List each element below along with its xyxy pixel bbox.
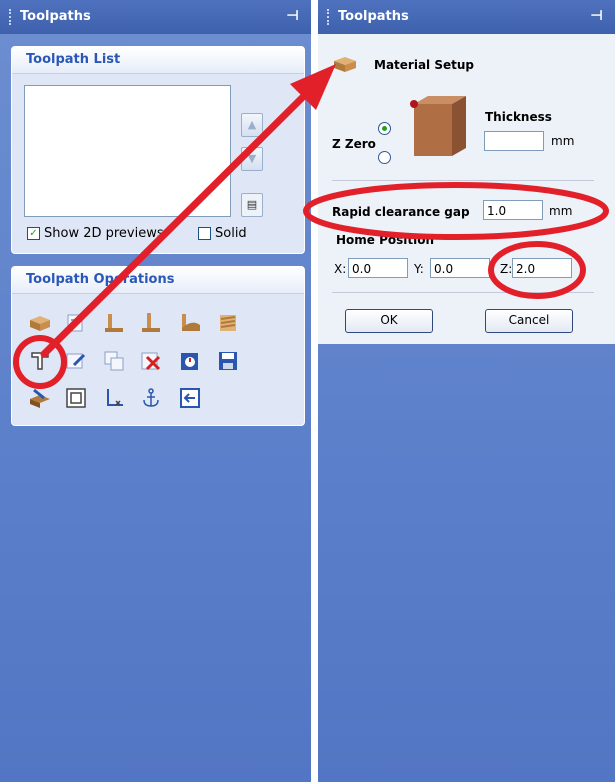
toolpath-operations-heading: Toolpath Operations xyxy=(12,267,304,294)
home-x-input[interactable]: 0.0 xyxy=(348,258,408,278)
preview-toolpath-icon[interactable] xyxy=(28,386,52,410)
checkbox-unchecked-icon[interactable] xyxy=(198,227,211,240)
move-up-icon[interactable]: ▲ xyxy=(241,113,263,137)
ok-button[interactable]: OK xyxy=(345,309,433,333)
divider xyxy=(332,180,594,181)
thickness-input[interactable] xyxy=(484,131,544,151)
right-panel-titlebar: Toolpaths ⊣ xyxy=(318,0,615,34)
v-carve-icon[interactable] xyxy=(178,311,202,335)
anchor-icon[interactable] xyxy=(139,386,163,410)
merge-toolpaths-icon[interactable] xyxy=(102,349,126,373)
material-setup-form: Material Setup Z Zero Thickness mm Rapid… xyxy=(318,34,615,344)
right-toolpaths-panel: Toolpaths ⊣ Material Setup Z Zero Thickn… xyxy=(318,0,615,782)
material-setup-icon xyxy=(332,52,356,76)
pin-icon[interactable]: ⊣ xyxy=(286,8,299,24)
move-down-icon[interactable]: ▼ xyxy=(241,147,263,171)
toolpath-list-heading: Toolpath List xyxy=(12,47,304,74)
thickness-label: Thickness xyxy=(485,110,552,124)
toolpath-operations-group: Toolpath Operations xyxy=(11,266,305,426)
solid-checkbox[interactable]: Solid xyxy=(198,226,247,241)
thickness-unit: mm xyxy=(551,134,575,148)
divider xyxy=(332,292,594,293)
grip-handle[interactable] xyxy=(327,9,331,25)
z-zero-label: Z Zero xyxy=(332,137,376,151)
show-2d-previews-label: Show 2D previews xyxy=(44,226,164,241)
material-setup-heading: Material Setup xyxy=(374,58,474,72)
solid-label: Solid xyxy=(215,226,247,241)
pin-icon[interactable]: ⊣ xyxy=(590,8,603,24)
profile-toolpath-icon[interactable] xyxy=(64,311,88,335)
import-toolpath-icon[interactable] xyxy=(178,386,202,410)
edit-toolpath-icon[interactable] xyxy=(64,349,88,373)
left-panel-titlebar: Toolpaths ⊣ xyxy=(0,0,311,34)
checkbox-checked-icon[interactable]: ✓ xyxy=(27,227,40,240)
material-setup-icon[interactable] xyxy=(28,311,52,335)
toolpath-list[interactable] xyxy=(24,85,231,217)
toolpath-list-group: Toolpath List ▲ ▼ ▤ ✓ Show 2D previews S… xyxy=(11,46,305,254)
show-2d-previews-checkbox[interactable]: ✓ Show 2D previews xyxy=(27,226,164,241)
x-label: X: xyxy=(334,262,347,276)
left-panel-title: Toolpaths xyxy=(20,9,91,24)
toolpath-summary-icon[interactable]: ▤ xyxy=(241,193,263,217)
save-toolpath-icon[interactable] xyxy=(216,349,240,373)
rapid-clearance-label: Rapid clearance gap xyxy=(332,205,470,219)
delete-toolpath-icon[interactable] xyxy=(139,349,163,373)
z-zero-icon[interactable] xyxy=(102,386,126,410)
rapid-clearance-unit: mm xyxy=(549,204,573,218)
grip-handle[interactable] xyxy=(9,9,13,25)
fluting-icon[interactable] xyxy=(64,386,88,410)
texture-toolpath-icon[interactable] xyxy=(216,311,240,335)
y-label: Y: xyxy=(414,262,424,276)
z-label: Z: xyxy=(500,262,513,276)
material-block-image xyxy=(408,96,466,156)
cancel-button[interactable]: Cancel xyxy=(485,309,573,333)
home-y-input[interactable]: 0.0 xyxy=(430,258,490,278)
rapid-clearance-input[interactable]: 1.0 xyxy=(483,200,543,220)
drill-toolpath-icon[interactable] xyxy=(139,311,163,335)
home-z-input[interactable]: 2.0 xyxy=(512,258,572,278)
pocket-toolpath-icon[interactable] xyxy=(102,311,126,335)
left-toolpaths-panel: Toolpaths ⊣ Toolpath List ▲ ▼ ▤ ✓ Show 2… xyxy=(0,0,311,782)
home-position-label: Home Position xyxy=(336,233,435,247)
z-zero-bottom-radio[interactable] xyxy=(378,151,391,164)
z-zero-top-radio[interactable] xyxy=(378,122,391,135)
calculate-toolpath-icon[interactable] xyxy=(178,349,202,373)
text-tool-icon[interactable] xyxy=(28,349,52,373)
right-panel-title: Toolpaths xyxy=(338,9,409,24)
